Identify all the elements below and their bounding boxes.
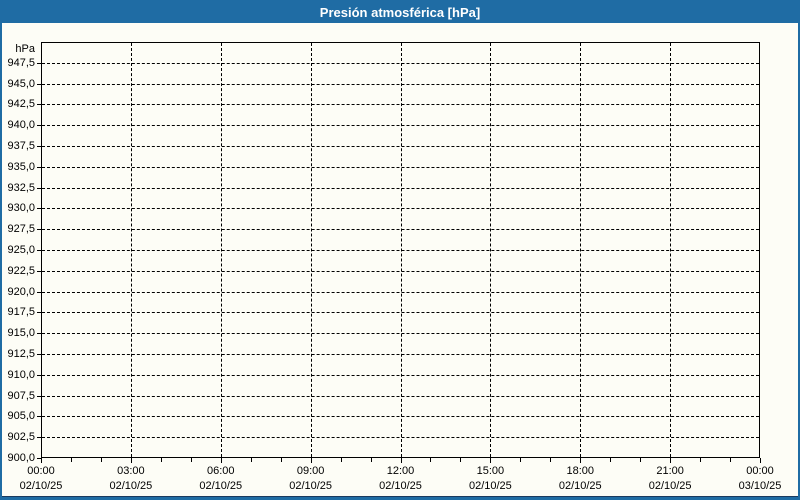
- x-axis-time-label: 18:00: [566, 465, 595, 477]
- v-gridline: [490, 43, 492, 457]
- y-axis-label: 917,5: [7, 306, 35, 319]
- x-axis-minor-tick: [160, 458, 162, 462]
- v-gridline: [400, 43, 402, 457]
- x-axis-minor-tick: [700, 458, 702, 462]
- y-axis-label: 920,0: [7, 285, 35, 298]
- x-axis-date-label: 03/10/25: [738, 480, 782, 492]
- y-axis-label: 907,5: [7, 389, 35, 402]
- y-axis-tick: [37, 146, 41, 147]
- x-axis-time-label: 09:00: [296, 465, 325, 477]
- y-axis-label: 945,0: [7, 77, 35, 90]
- x-axis-time-label: 00:00: [746, 465, 774, 477]
- x-axis-date-label: 02/10/25: [379, 480, 422, 492]
- y-axis-label: 937,5: [7, 140, 35, 152]
- y-axis-tick: [37, 374, 41, 376]
- y-axis-tick: [37, 125, 41, 127]
- v-gridline: [220, 43, 222, 457]
- x-axis-minor-tick: [460, 458, 462, 462]
- x-axis-minor-tick: [640, 458, 642, 462]
- x-axis-date-label: 02/10/25: [109, 480, 153, 492]
- window-bottom-edge: [2, 496, 798, 497]
- x-axis-major-tick: [130, 458, 132, 463]
- y-axis-tick: [37, 354, 41, 355]
- y-axis-tick: [37, 416, 41, 418]
- pressure-chart-window: Presión atmosférica [hPa] 947,5 945,0 942,…: [0, 0, 800, 500]
- y-axis-tick: [37, 250, 41, 251]
- y-axis-tick: [37, 62, 41, 64]
- y-axis-label: 915,0: [7, 327, 35, 340]
- v-gridline: [580, 43, 582, 457]
- v-gridline: [670, 43, 672, 457]
- x-axis-minor-tick: [250, 458, 252, 462]
- y-axis-label: 900,0: [7, 452, 35, 464]
- x-axis-time-label: 06:00: [206, 465, 235, 477]
- x-axis-minor-tick: [340, 458, 342, 462]
- y-axis-tick: [37, 166, 41, 168]
- y-axis-label: 927,5: [7, 223, 35, 236]
- y-axis-tick: [37, 83, 41, 85]
- x-axis-time-label: 15:00: [476, 465, 505, 477]
- x-axis-time-label: 03:00: [117, 465, 145, 477]
- y-axis-tick: [37, 104, 41, 106]
- y-axis-tick: [37, 187, 41, 189]
- x-axis-date-label: 02/10/25: [468, 480, 512, 492]
- chart-canvas: 947,5 945,0 942,5 940,0 937,5 935,0 932,5 930,0…: [2, 23, 798, 497]
- chart-title: Presión atmosférica [hPa]: [319, 5, 481, 20]
- x-axis-major-tick: [760, 458, 761, 463]
- x-axis-date-label: 02/10/25: [558, 480, 602, 492]
- y-axis-label: 932,5: [7, 181, 35, 194]
- chart-titlebar: Presión atmosférica [hPa]: [2, 2, 798, 23]
- y-axis-label: 910,0: [7, 368, 35, 381]
- y-axis-label: 935,0: [7, 160, 35, 173]
- v-gridline: [310, 43, 312, 457]
- y-axis-label: 930,0: [7, 202, 35, 215]
- y-axis-label: 940,0: [7, 119, 35, 132]
- y-axis-tick: [37, 208, 41, 210]
- x-axis-minor-tick: [370, 458, 372, 462]
- v-gridline: [130, 43, 132, 457]
- x-axis-major-tick: [220, 458, 222, 463]
- y-axis-label: 947,5: [7, 56, 35, 69]
- x-axis-major-tick: [400, 458, 402, 463]
- x-axis-minor-tick: [430, 458, 432, 462]
- x-axis-minor-tick: [100, 458, 102, 462]
- x-axis-major-tick: [670, 458, 672, 463]
- x-axis-minor-tick: [520, 458, 522, 462]
- y-axis-tick: [37, 312, 41, 314]
- y-axis-tick: [37, 437, 41, 439]
- y-axis-label: 925,0: [7, 244, 35, 256]
- y-axis-tick: [37, 395, 41, 397]
- y-axis-tick: [37, 291, 41, 293]
- x-axis-date-label: 02/10/25: [19, 480, 63, 492]
- y-axis-label: 902,5: [7, 431, 35, 444]
- x-axis-major-tick: [490, 458, 492, 463]
- y-axis-label: 942,5: [7, 98, 35, 111]
- y-axis-tick: [37, 270, 41, 272]
- x-axis-date-label: 02/10/25: [289, 480, 333, 492]
- y-axis-unit-label: hPa: [15, 43, 35, 55]
- x-axis-date-label: 02/10/25: [199, 480, 243, 492]
- x-axis-minor-tick: [190, 458, 192, 462]
- y-axis-tick: [37, 333, 41, 335]
- y-axis-label: 922,5: [7, 264, 35, 277]
- x-axis-major-tick: [580, 458, 582, 463]
- x-axis-minor-tick: [550, 458, 552, 462]
- x-axis-time-label: 00:00: [27, 465, 55, 477]
- y-axis-label: 912,5: [7, 348, 35, 360]
- x-axis-time-label: 21:00: [656, 465, 684, 477]
- x-axis-minor-tick: [610, 458, 612, 462]
- x-axis-date-label: 02/10/25: [648, 480, 692, 492]
- y-axis-label: 905,0: [7, 410, 35, 423]
- x-axis-minor-tick: [280, 458, 282, 462]
- x-axis-minor-tick: [70, 458, 72, 462]
- x-axis-time-label: 12:00: [386, 465, 415, 477]
- y-axis-tick: [37, 229, 41, 231]
- x-axis-major-tick: [41, 458, 42, 463]
- x-axis-minor-tick: [730, 458, 732, 462]
- x-axis-major-tick: [310, 458, 312, 463]
